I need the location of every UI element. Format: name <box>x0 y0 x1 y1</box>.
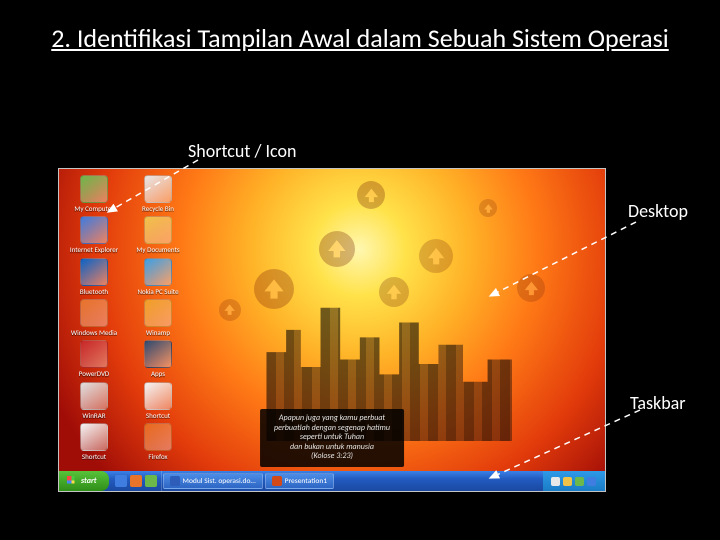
desktop-icon-label: Nokia PC Suite <box>137 288 178 295</box>
desktop-icon[interactable]: Shortcut <box>127 382 189 419</box>
app-icon <box>144 423 172 451</box>
app-icon <box>144 175 172 203</box>
desktop-icon[interactable]: Nokia PC Suite <box>127 258 189 295</box>
quicklaunch-icon[interactable] <box>115 475 127 487</box>
desktop-icon[interactable]: PowerDVD <box>63 340 125 377</box>
app-icon <box>80 340 108 368</box>
taskbar: start Modul Sist. operasi.do… Presentati… <box>59 471 605 491</box>
quote-ref: (Kolose 3:23) <box>274 452 390 462</box>
start-button[interactable]: start <box>59 471 109 491</box>
quick-launch <box>111 471 162 491</box>
desktop-icon-label: My Computer <box>74 205 113 212</box>
desktop-icon-label: Firefox <box>148 453 167 460</box>
tray-icon[interactable] <box>563 477 572 486</box>
powerpoint-icon <box>272 476 282 486</box>
desktop-icon-label: Apps <box>151 370 165 377</box>
arrow-up-icon <box>219 299 241 321</box>
desktop-icon-label: My Documents <box>136 246 179 253</box>
start-label: start <box>81 476 97 486</box>
tray-icon[interactable] <box>587 477 596 486</box>
desktop-icon[interactable]: Shortcut <box>63 423 125 460</box>
arrow-up-icon <box>254 269 294 309</box>
desktop-icon[interactable]: My Documents <box>127 216 189 253</box>
arrow-up-icon <box>479 199 497 217</box>
annotation-desktop: Desktop <box>628 200 688 222</box>
arrow-up-icon <box>379 277 409 307</box>
app-icon <box>80 175 108 203</box>
desktop-icon-label: PowerDVD <box>79 370 110 377</box>
app-icon <box>80 423 108 451</box>
app-icon <box>144 258 172 286</box>
annotation-shortcut: Shortcut / Icon <box>188 140 296 162</box>
desktop-quote-banner: Apapun juga yang kamu perbuat perbuatlah… <box>260 409 404 467</box>
desktop-icon[interactable]: Firefox <box>127 423 189 460</box>
app-icon <box>80 216 108 244</box>
annotation-taskbar: Taskbar <box>630 392 686 414</box>
desktop-icon[interactable]: My Computer <box>63 175 125 212</box>
desktop-icon[interactable]: Winamp <box>127 299 189 336</box>
quicklaunch-icon[interactable] <box>130 475 142 487</box>
app-icon <box>80 258 108 286</box>
desktop-icon-label: Winamp <box>146 329 170 336</box>
desktop-icon[interactable]: Recycle Bin <box>127 175 189 212</box>
app-icon <box>144 216 172 244</box>
desktop-icon-label: Recycle Bin <box>142 205 174 212</box>
taskbar-item-label: Presentation1 <box>285 477 327 486</box>
slide-title: 2. Identifikasi Tampilan Awal dalam Sebu… <box>0 0 720 65</box>
desktop-icon-label: WinRAR <box>82 412 105 419</box>
desktop-icon[interactable]: Internet Explorer <box>63 216 125 253</box>
desktop-icon-label: Shortcut <box>146 412 170 419</box>
windows-logo-icon <box>67 476 77 486</box>
desktop-icon[interactable]: Bluetooth <box>63 258 125 295</box>
arrow-up-icon <box>517 274 545 302</box>
desktop-icon-label: Windows Media <box>71 329 117 336</box>
desktop-icon[interactable]: Windows Media <box>63 299 125 336</box>
app-icon <box>80 299 108 327</box>
arrow-up-icon <box>319 231 355 267</box>
tray-icon[interactable] <box>575 477 584 486</box>
desktop-icon-label: Internet Explorer <box>70 246 118 253</box>
desktop-icon-label: Shortcut <box>82 453 106 460</box>
word-icon <box>170 476 180 486</box>
app-icon <box>144 340 172 368</box>
desktop-icon[interactable]: Apps <box>127 340 189 377</box>
app-icon <box>144 382 172 410</box>
desktop-icon-grid: My Computer Recycle Bin Internet Explorer M… <box>63 175 203 460</box>
taskbar-item[interactable]: Modul Sist. operasi.do… <box>163 473 263 489</box>
taskbar-item[interactable]: Presentation1 <box>265 473 334 489</box>
os-screenshot: My Computer Recycle Bin Internet Explorer M… <box>58 168 606 492</box>
system-tray[interactable] <box>543 471 605 491</box>
arrow-up-icon <box>419 239 453 273</box>
arrow-up-icon <box>357 181 385 209</box>
quicklaunch-icon[interactable] <box>145 475 157 487</box>
taskbar-item-label: Modul Sist. operasi.do… <box>183 477 256 486</box>
app-icon <box>144 299 172 327</box>
desktop-icon[interactable]: WinRAR <box>63 382 125 419</box>
app-icon <box>80 382 108 410</box>
desktop-icon-label: Bluetooth <box>80 288 108 295</box>
tray-icon[interactable] <box>551 477 560 486</box>
